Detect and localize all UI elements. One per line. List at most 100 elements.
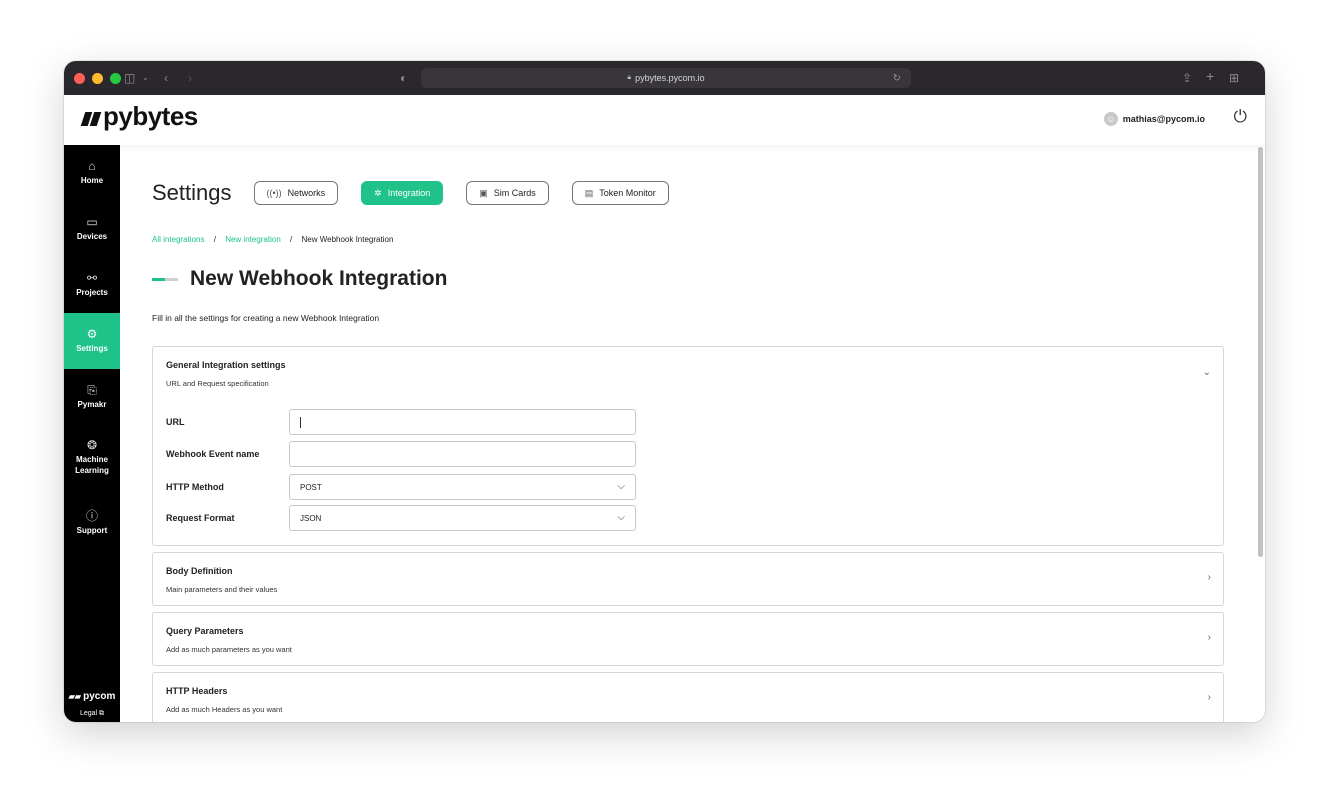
sidebar-toggle-icon[interactable]: ◫ — [124, 70, 135, 86]
text-cursor — [300, 416, 301, 428]
http-method-label: HTTP Method — [166, 482, 224, 492]
new-tab-icon[interactable]: + — [1206, 68, 1214, 84]
app-header: pybytes ☺ mathias@pycom.io ⏻ — [64, 95, 1265, 145]
sidebar-footer: ▰▰ pycom Legal ⧉ — [64, 691, 120, 718]
avatar: ☺ — [1103, 112, 1118, 126]
breadcrumb-all-integrations[interactable]: All integrations — [152, 235, 204, 244]
sidebar-item-settings[interactable]: ⚙ Settings — [64, 313, 120, 369]
panel-title: General Integration settings — [166, 360, 286, 370]
webhook-event-name-input[interactable] — [289, 441, 636, 467]
minimize-window-button[interactable] — [92, 72, 103, 84]
tab-label: Networks — [287, 188, 326, 198]
sim-card-icon: ▣ — [479, 187, 488, 198]
zoom-window-button[interactable] — [110, 72, 121, 84]
chevron-right-icon[interactable]: › — [1208, 572, 1211, 583]
pycom-mark-icon — [80, 111, 102, 126]
panel-title: HTTP Headers — [166, 686, 228, 696]
sidebar-item-label: Projects — [76, 287, 108, 297]
page-section-title: Settings — [152, 180, 232, 205]
event-name-label: Webhook Event name — [166, 449, 260, 459]
panel-subtitle: Add as much Headers as you want — [166, 705, 283, 714]
form-row-event-name: Webhook Event name — [166, 441, 636, 467]
window-controls — [74, 72, 121, 84]
reload-icon[interactable]: ↻ — [893, 73, 901, 84]
chevron-down-icon: ⌵ — [617, 512, 625, 523]
sidebar: ⌂ Home ▭ Devices ⚯ Projects ⚙ Settings ⎘… — [64, 145, 120, 722]
sidebar-item-label: Home — [80, 175, 104, 185]
shield-icon[interactable]: ◐ — [400, 70, 407, 86]
sidebar-item-home[interactable]: ⌂ Home — [64, 145, 120, 201]
sidebar-item-pymakr[interactable]: ⎘ Pymakr — [64, 369, 120, 425]
legal-label: Legal — [79, 710, 98, 717]
logout-power-icon[interactable]: ⏻ — [1234, 107, 1247, 127]
tab-token-monitor[interactable]: ▤ Token Monitor — [571, 181, 669, 205]
gear-icon: ⚙ — [86, 326, 98, 341]
sidebar-item-label: Settings — [76, 343, 108, 353]
tab-networks[interactable]: ((•)) Networks — [253, 181, 339, 205]
sidebar-item-projects[interactable]: ⚯ Projects — [64, 257, 120, 313]
panel-subtitle: Main parameters and their values — [166, 585, 278, 594]
main-content: Settings ((•)) Networks ✲ Integration ▣ … — [120, 145, 1255, 722]
pybytes-logo[interactable]: pybytes — [80, 101, 198, 132]
sidebar-item-machine-learning[interactable]: ❂ Machine Learning — [64, 425, 120, 491]
chevron-down-icon: ⌵ — [617, 481, 625, 492]
page-title: New Webhook Integration — [190, 267, 448, 290]
tab-label: Integration — [387, 188, 431, 198]
pycom-logo-text: pycom — [83, 691, 116, 702]
share-icon[interactable]: ⇪ — [1182, 70, 1192, 86]
tab-label: Sim Cards — [493, 188, 536, 198]
legal-link[interactable]: Legal ⧉ — [64, 710, 120, 718]
chevron-down-icon[interactable]: ⌄ — [1203, 367, 1211, 378]
chevron-right-icon[interactable]: › — [1208, 692, 1211, 703]
request-format-label: Request Format — [166, 513, 235, 523]
sidebar-item-label: Support — [76, 525, 108, 535]
address-bar[interactable]: 🔒︎ pybytes.pycom.io ↻ — [421, 68, 911, 88]
logo-text: pybytes — [103, 101, 198, 131]
breadcrumb-current: New Webhook Integration — [301, 235, 394, 244]
url-text: pybytes.pycom.io — [635, 73, 705, 83]
breadcrumb-separator: / — [290, 235, 293, 244]
form-row-http-method: HTTP Method POST ⌵ — [166, 474, 636, 500]
http-method-select[interactable]: POST ⌵ — [289, 474, 636, 500]
integration-nodes-icon: ✲ — [374, 187, 382, 198]
request-format-select[interactable]: JSON ⌵ — [289, 505, 636, 531]
pycom-logo[interactable]: ▰▰ pycom — [64, 691, 120, 702]
forward-icon[interactable]: › — [188, 70, 192, 86]
browser-window: ◫ ⌄ ‹ › ◐ 🔒︎ pybytes.pycom.io ↻ ⇪ + ⊞ py… — [64, 61, 1265, 722]
panel-title: Query Parameters — [166, 626, 244, 636]
url-input[interactable] — [289, 409, 636, 435]
panel-body-definition[interactable]: Body Definition Main parameters and thei… — [152, 552, 1224, 606]
tab-overview-icon[interactable]: ⊞ — [1229, 70, 1239, 86]
sidebar-item-devices[interactable]: ▭ Devices — [64, 201, 120, 257]
panel-general-settings: General Integration settings URL and Req… — [152, 346, 1224, 546]
panel-subtitle: Add as much parameters as you want — [166, 645, 292, 654]
panel-http-headers[interactable]: HTTP Headers Add as much Headers as you … — [152, 672, 1224, 722]
breadcrumb-separator: / — [213, 235, 216, 244]
tab-integration[interactable]: ✲ Integration — [361, 181, 444, 205]
chevron-down-icon[interactable]: ⌄ — [142, 70, 149, 86]
panel-title: Body Definition — [166, 566, 233, 576]
vertical-scrollbar[interactable] — [1258, 147, 1263, 557]
request-format-value: JSON — [300, 513, 322, 523]
close-window-button[interactable] — [74, 72, 85, 84]
user-email: mathias@pycom.io — [1122, 114, 1205, 124]
page-title-row: New Webhook Integration — [152, 267, 447, 291]
breadcrumb-new-integration[interactable]: New integration — [225, 235, 281, 244]
lock-icon: 🔒︎ — [627, 74, 632, 81]
projects-icon: ⚯ — [86, 270, 98, 285]
page-intro: Fill in all the settings for creating a … — [152, 313, 380, 323]
sidebar-item-support[interactable]: ⓘ Support — [64, 495, 120, 551]
http-method-value: POST — [300, 482, 322, 492]
form-row-url: URL — [166, 409, 636, 435]
home-icon: ⌂ — [88, 158, 96, 173]
panel-query-parameters[interactable]: Query Parameters Add as much parameters … — [152, 612, 1224, 666]
antenna-icon: ((•)) — [266, 188, 282, 198]
chevron-right-icon[interactable]: › — [1208, 632, 1211, 643]
tab-sim-cards[interactable]: ▣ Sim Cards — [466, 181, 549, 205]
user-menu[interactable]: ☺ mathias@pycom.io — [1103, 112, 1205, 126]
back-icon[interactable]: ‹ — [164, 70, 168, 86]
sidebar-item-label: Devices — [76, 231, 108, 241]
browser-titlebar: ◫ ⌄ ‹ › ◐ 🔒︎ pybytes.pycom.io ↻ ⇪ + ⊞ — [64, 61, 1265, 95]
settings-header: Settings ((•)) Networks ✲ Integration ▣ … — [152, 180, 692, 206]
url-label: URL — [166, 417, 185, 427]
